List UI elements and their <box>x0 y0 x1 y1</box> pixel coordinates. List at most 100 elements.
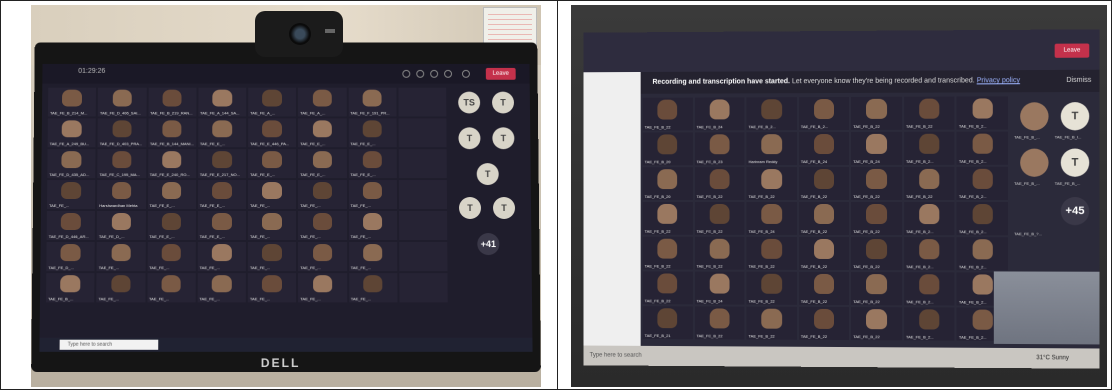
participant-label: TAE_FE_B_23 <box>696 159 723 165</box>
participant-tile: TAE_FE_B_2... <box>903 131 955 165</box>
participant-label: TAE_FE_B_22 <box>853 193 880 199</box>
participant-face <box>813 273 835 294</box>
participant-face <box>657 169 678 189</box>
participant-tile: TAE_FE_E_... <box>147 180 196 209</box>
people-icon[interactable] <box>402 69 411 78</box>
recording-notice: Recording and transcription have started… <box>583 69 1100 95</box>
participant-face <box>919 98 940 119</box>
participant-tile: TAE_FE_B_22 <box>851 202 902 236</box>
participant-label: TAE_FE_... <box>300 296 321 302</box>
participant-tile: TAE_FE_B_24 <box>694 97 745 131</box>
participant-face <box>312 181 333 200</box>
participant-grid: TAE_FE_B_214_M... TAE_FE_D_406_SAI... TAE_… <box>45 87 448 320</box>
participant-face <box>363 243 383 262</box>
privacy-policy-link[interactable]: Privacy policy <box>977 77 1020 84</box>
participant-label: TAE_FE_B_24 <box>800 159 828 165</box>
more-icon[interactable] <box>444 69 453 78</box>
participant-tile: TAE_FE_E_240_RO... <box>147 149 196 179</box>
participant-tile: TAE_FE_D_... <box>46 242 95 272</box>
participant-label: TAE_FE_D_... <box>48 265 74 271</box>
participant-label: TAE_FE_... <box>300 203 321 208</box>
participant-tile: TAE_FE_B_24 <box>798 131 850 166</box>
participant-tile: TAE_FE_... <box>247 242 297 272</box>
participant-tile: TAE_FE_E_217_NO... <box>197 149 247 179</box>
participant-tile: TAE_FE_B_22 <box>903 96 955 130</box>
taskbar-search-right[interactable]: Type here to search <box>584 349 702 362</box>
participant-face <box>813 168 835 189</box>
participant-label: TAE_FE_... <box>199 265 220 271</box>
participant-tile <box>398 210 448 241</box>
participant-label: TAE_FE_... <box>48 203 70 208</box>
participant-tile: TAE_FE_... <box>298 210 347 241</box>
participant-label: TAE_FE_B_... <box>48 296 74 302</box>
participant-face <box>972 98 993 119</box>
participant-face <box>162 150 182 169</box>
monitor-brand: DELL <box>260 355 301 371</box>
weather-widget[interactable]: 31°C Sunny <box>1036 352 1069 364</box>
participant-label: TAE_FE_B_2... <box>800 124 829 130</box>
participant-tile: Harinram Reddy <box>746 132 797 166</box>
participant-tile: TAE_FE_A_144_SA... <box>198 87 247 117</box>
participant-face <box>112 120 132 138</box>
participant-tile: TAE_FE_... <box>298 180 347 209</box>
participant-label: TAE_FE_A_249_BU... <box>49 141 90 147</box>
reactions-icon[interactable] <box>430 69 439 78</box>
participant-tile: TAE_FE_A_... <box>298 87 347 117</box>
participant-face <box>919 203 940 224</box>
participant-avatar: T <box>476 163 499 186</box>
participant-label: TAE_FE_... <box>249 265 271 271</box>
participant-tile: TAE_FE_B_22 <box>694 201 745 235</box>
participant-label: TAE_FE_E_217_NO... <box>199 172 240 178</box>
participant-label: TAE_FE_... <box>350 234 372 240</box>
camera-icon[interactable] <box>461 69 470 78</box>
participant-face <box>362 120 382 138</box>
participant-face <box>362 89 382 107</box>
participant-label: TAE_FE_... <box>300 265 321 271</box>
participant-label: TAE_FE_B_22 <box>748 298 775 304</box>
participant-tile: TAE_FE_B_2... <box>903 202 955 236</box>
participant-label: TAE_FE_F_191_PR... <box>350 110 390 116</box>
participant-face <box>212 181 232 200</box>
participant-label: TAE_FE_B_22 <box>696 194 723 199</box>
participant-tile: TAE_FE_B_22 <box>798 271 850 306</box>
participant-face <box>657 99 678 120</box>
participant-grid-right: TAE_FE_B_22 TAE_FE_B_24 TAE_FE_B_2... TAE_F… <box>642 96 1008 346</box>
participant-tile: TAE_FE_B_22 <box>746 306 797 340</box>
participant-face <box>919 309 940 330</box>
participant-face <box>709 308 730 329</box>
participant-label: TAE_FE_D_435_AD... <box>49 172 90 178</box>
participant-face <box>111 212 131 231</box>
participant-tile: TAE_FE_E_... <box>147 210 196 241</box>
participant-tile: TAE_FE_B_2... <box>956 202 1008 236</box>
participant-face <box>919 133 940 154</box>
teams-screen: 01:29:26 Leave TAE_FE_B_214_M... TAE_FE_D… <box>39 63 533 352</box>
dismiss-button[interactable]: Dismiss <box>1066 70 1091 92</box>
participant-label: TAE_FE_A_... <box>300 110 326 116</box>
participant-tile: TAE_FE_B_22 <box>746 271 797 305</box>
leave-button[interactable]: Leave <box>485 67 516 80</box>
figure-frame: 01:29:26 Leave TAE_FE_B_214_M... TAE_FE_D… <box>0 0 1112 390</box>
participant-tile: TAE_FE_F_191_PR... <box>348 87 397 117</box>
participant-face <box>161 212 182 231</box>
participant-label: TAE_FE_E_446_PA... <box>250 141 290 147</box>
participant-avatar: T <box>492 127 515 150</box>
participant-tile: TAE_FE_E_... <box>197 118 247 148</box>
participant-label: TAE_FE_B_22 <box>853 334 880 340</box>
taskbar-search[interactable]: Type here to search <box>59 339 159 350</box>
participant-face <box>112 150 132 169</box>
participant-tile: TAE_FE_D_403_PRA... <box>97 118 147 148</box>
participant-label: TAE_FE_B_214_M... <box>49 110 88 116</box>
participant-tile: TAE_FE_... <box>348 210 397 241</box>
leave-button-right[interactable]: Leave <box>1054 43 1090 58</box>
chat-icon[interactable] <box>416 69 425 78</box>
participant-label: TAE_FE_E_... <box>300 141 326 147</box>
right-photo: Leave Recording and transcription have s… <box>571 5 1107 387</box>
participant-tile: TAE_FE_B_22 <box>851 96 902 130</box>
participant-tile: TAE_FE_B_2... <box>956 166 1008 201</box>
participant-face <box>761 99 782 120</box>
participant-tile: TAE_FE_E_... <box>298 149 347 179</box>
participant-tile: TAE_FE_B_... <box>45 273 95 303</box>
sidebar-participant-label: TAE_FE_B_I... <box>1054 134 1082 140</box>
participant-face <box>211 274 232 293</box>
participant-avatar <box>1020 148 1049 177</box>
